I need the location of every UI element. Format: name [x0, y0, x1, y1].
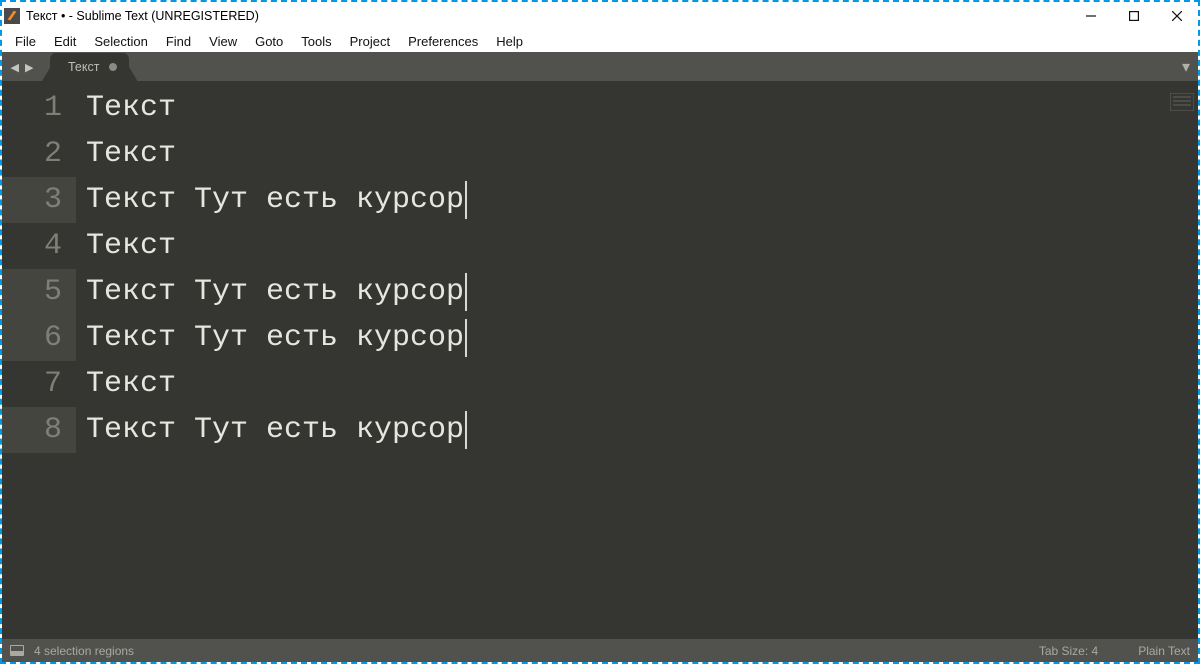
line-number[interactable]: 8 [2, 407, 76, 453]
status-syntax[interactable]: Plain Text [1138, 644, 1190, 658]
menu-tools[interactable]: Tools [292, 32, 340, 51]
caret [465, 319, 467, 357]
caret [465, 411, 467, 449]
line-number[interactable]: 4 [2, 223, 76, 269]
maximize-button[interactable] [1112, 2, 1155, 30]
caret [465, 273, 467, 311]
panel-switch-icon[interactable] [10, 645, 24, 656]
code-line[interactable]: Текст [76, 361, 1198, 407]
app-icon [4, 8, 20, 24]
menu-project[interactable]: Project [341, 32, 399, 51]
code-line[interactable]: Текст Тут есть курсор [76, 315, 1198, 361]
status-tab-size[interactable]: Tab Size: 4 [1039, 644, 1098, 658]
nav-back-icon[interactable]: ◀ [11, 61, 19, 74]
code-text: Текст Тут есть курсор [86, 183, 464, 217]
code-line[interactable]: Текст [76, 85, 1198, 131]
minimize-button[interactable] [1069, 2, 1112, 30]
caret [465, 181, 467, 219]
line-number[interactable]: 5 [2, 269, 76, 315]
code-line[interactable]: Текст Тут есть курсор [76, 177, 1198, 223]
chevron-down-icon: ▾ [1182, 57, 1190, 77]
code-text: Текст [86, 229, 176, 263]
menu-selection[interactable]: Selection [85, 32, 156, 51]
close-button[interactable] [1155, 2, 1198, 30]
tabbar: ◀ ▶ Текст ▾ [2, 53, 1198, 81]
titlebar[interactable]: Текст • - Sublime Text (UNREGISTERED) [2, 2, 1198, 30]
line-number[interactable]: 2 [2, 131, 76, 177]
code-text: Текст Тут есть курсор [86, 413, 464, 447]
code-text: Текст Тут есть курсор [86, 275, 464, 309]
code-text: Текст [86, 137, 176, 171]
menu-preferences[interactable]: Preferences [399, 32, 487, 51]
code-line[interactable]: Текст [76, 131, 1198, 177]
line-number[interactable]: 7 [2, 361, 76, 407]
line-number[interactable]: 3 [2, 177, 76, 223]
menu-help[interactable]: Help [487, 32, 532, 51]
gutter[interactable]: 12345678 [2, 81, 76, 639]
tab-label: Текст [68, 60, 99, 74]
tab-overflow-button[interactable]: ▾ [1174, 53, 1198, 81]
editor[interactable]: 12345678 Текст Текст Текст Тут есть курсор… [2, 81, 1198, 639]
code-text: Текст Тут есть курсор [86, 321, 464, 355]
code-line[interactable]: Текст Тут есть курсор [76, 269, 1198, 315]
tab-active[interactable]: Текст [50, 53, 129, 81]
window-title: Текст • - Sublime Text (UNREGISTERED) [26, 9, 259, 23]
menu-view[interactable]: View [200, 32, 246, 51]
menubar: File Edit Selection Find View Goto Tools… [2, 30, 1198, 53]
code-area[interactable]: Текст Текст Текст Тут есть курсор Текст Текс… [76, 81, 1198, 639]
code-line[interactable]: Текст [76, 223, 1198, 269]
code-line[interactable]: Текст Тут есть курсор [76, 407, 1198, 453]
menu-goto[interactable]: Goto [246, 32, 292, 51]
tab-history-nav[interactable]: ◀ ▶ [2, 53, 42, 81]
menu-file[interactable]: File [6, 32, 45, 51]
line-number[interactable]: 1 [2, 85, 76, 131]
status-selection-info[interactable]: 4 selection regions [34, 644, 134, 658]
dirty-indicator-icon [109, 63, 117, 71]
line-number[interactable]: 6 [2, 315, 76, 361]
code-text: Текст [86, 91, 176, 125]
nav-forward-icon[interactable]: ▶ [25, 61, 33, 74]
window-controls [1069, 2, 1198, 30]
menu-find[interactable]: Find [157, 32, 200, 51]
statusbar: 4 selection regions Tab Size: 4 Plain Te… [2, 639, 1198, 662]
menu-edit[interactable]: Edit [45, 32, 85, 51]
app-window: Текст • - Sublime Text (UNREGISTERED) Fi… [0, 0, 1200, 664]
code-text: Текст [86, 367, 176, 401]
